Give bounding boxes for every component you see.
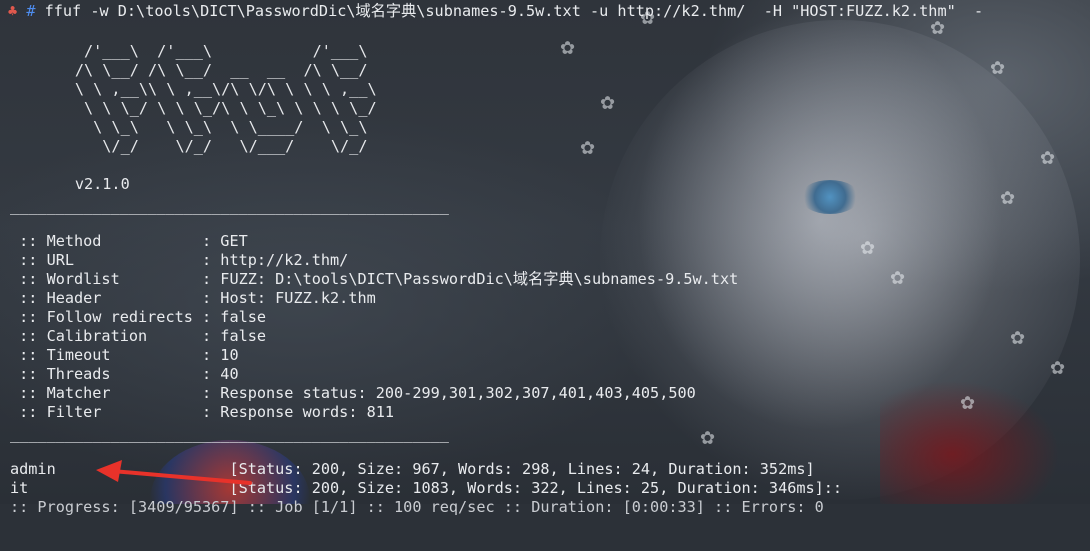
annotation-arrow-icon	[96, 460, 252, 485]
